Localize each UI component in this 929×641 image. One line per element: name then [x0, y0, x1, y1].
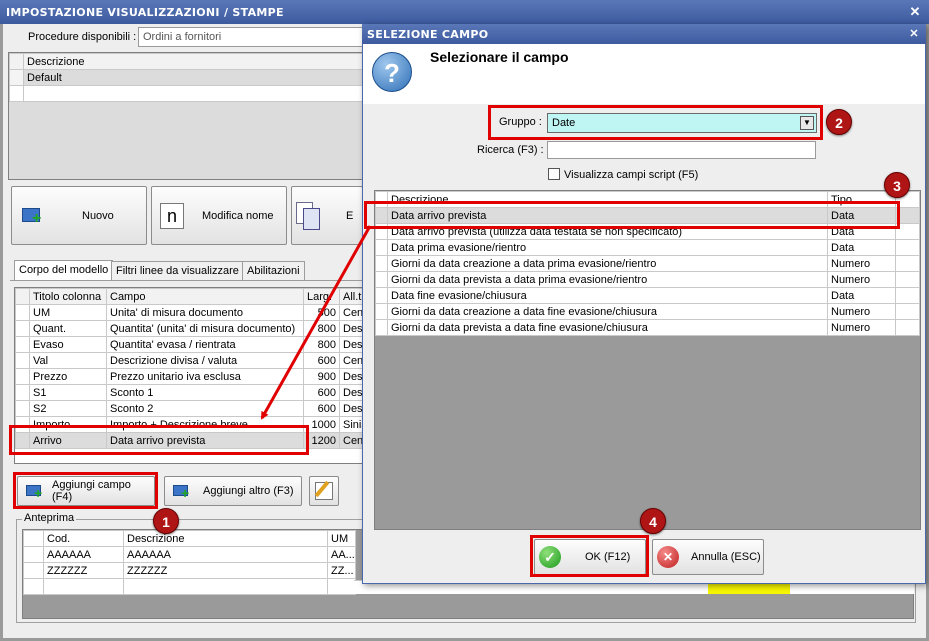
- badge-2: 2: [826, 109, 852, 135]
- badge-4: 4: [640, 508, 666, 534]
- badge-3: 3: [884, 172, 910, 198]
- red-arrow: [260, 225, 372, 420]
- badge-1: 1: [153, 508, 179, 534]
